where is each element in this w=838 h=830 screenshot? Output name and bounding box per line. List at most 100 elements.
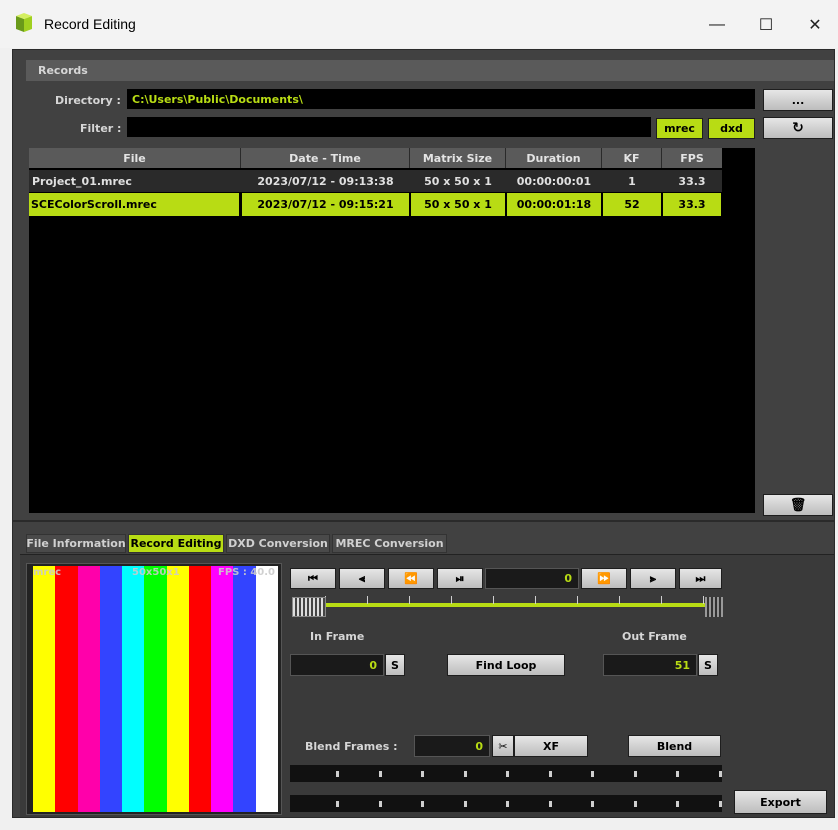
tick-mark: [591, 801, 594, 807]
row-duration: 00:00:00:01: [516, 174, 592, 188]
in-frame-label: In Frame: [310, 630, 365, 643]
blend-frames-label: Blend Frames :: [305, 740, 398, 753]
column-header-fps[interactable]: FPS: [662, 148, 722, 168]
delete-icon[interactable]: 🗑: [763, 494, 833, 516]
blend-tick-bar-1: [290, 765, 722, 782]
browse-button[interactable]: ...: [763, 89, 833, 111]
timeline-in-handle[interactable]: [292, 597, 326, 617]
tick-mark: [591, 771, 594, 777]
preview-image: [33, 566, 278, 812]
tick-mark: [506, 771, 509, 777]
row-fps: 33.3: [678, 174, 706, 188]
preview-stripe: [77, 566, 100, 812]
tick-mark: [378, 771, 382, 777]
window-title: Record Editing: [44, 16, 136, 32]
timeline-tick: [367, 596, 368, 604]
preview-stripe: [255, 566, 278, 812]
filter-label: Filter :: [80, 122, 122, 135]
out-frame-label: Out Frame: [622, 630, 687, 643]
tick-mark: [463, 771, 467, 777]
first-frame-button[interactable]: ⏮: [290, 568, 336, 589]
filter-mrec-button[interactable]: mrec: [656, 118, 703, 139]
play-pause-button[interactable]: ⏯: [437, 568, 483, 589]
row-matrix: 50 x 50 x 1: [424, 198, 492, 211]
column-header-matrix-size[interactable]: Matrix Size: [410, 148, 506, 168]
row-kf: 52: [624, 198, 640, 211]
export-button[interactable]: Export: [734, 790, 827, 814]
in-frame-field[interactable]: 0: [290, 654, 384, 676]
filter-input[interactable]: [127, 117, 651, 137]
lower-separator: [13, 520, 834, 522]
row-kf: 1: [628, 174, 636, 188]
preview-stripe: [166, 566, 189, 812]
records-section-label: Records: [38, 64, 88, 77]
tab-record-editing[interactable]: Record Editing: [128, 534, 224, 553]
current-frame-field[interactable]: 0: [485, 568, 579, 589]
minimize-icon[interactable]: —: [694, 8, 740, 42]
row-file: SCEColorScroll.mrec: [31, 198, 157, 211]
blend-frames-field[interactable]: 0: [414, 735, 490, 757]
timeline-tick: [577, 596, 578, 604]
filter-dxd-button[interactable]: dxd: [708, 118, 755, 139]
next-key-button[interactable]: ⫸: [630, 568, 676, 589]
row-matrix: 50 x 50 x 1: [424, 174, 492, 188]
preview-stripe: [144, 566, 167, 812]
blend-tick-bar-2: [290, 795, 722, 812]
directory-label: Directory :: [55, 94, 121, 107]
timeline-ticks: [325, 596, 705, 604]
column-header-datetime[interactable]: Date - Time: [241, 148, 410, 168]
scissors-icon[interactable]: ✂: [492, 735, 514, 757]
preview-stripe: [188, 566, 212, 812]
preview-stripe: [55, 566, 78, 812]
tick-mark: [421, 771, 424, 777]
out-frame-set-button[interactable]: S: [698, 654, 718, 676]
timeline-tick: [493, 596, 494, 604]
last-frame-button[interactable]: ⏭: [679, 568, 722, 589]
out-frame-field[interactable]: 51: [603, 654, 697, 676]
column-header-duration[interactable]: Duration: [506, 148, 602, 168]
tick-mark: [378, 801, 382, 807]
row-file: Project_01.mrec: [32, 174, 132, 188]
timeline-tick: [703, 596, 704, 604]
timeline-out-handle[interactable]: [705, 597, 723, 617]
tick-mark: [718, 801, 722, 807]
tick-mark: [336, 771, 339, 777]
fast-forward-button[interactable]: ⏩: [581, 568, 627, 589]
preview-stripe: [233, 566, 256, 812]
preview-fps-label: FPS : 40.0: [218, 567, 275, 578]
in-frame-set-button[interactable]: S: [385, 654, 405, 676]
prev-key-button[interactable]: ⫷: [339, 568, 385, 589]
preview-stripe: [211, 566, 234, 812]
row-datetime: 2023/07/12 - 09:15:21: [257, 198, 394, 211]
column-header-file[interactable]: File: [29, 148, 241, 168]
maximize-icon[interactable]: ☐: [743, 8, 789, 42]
rewind-button[interactable]: ⏪: [388, 568, 434, 589]
tab-mrec-conversion[interactable]: MREC Conversion: [332, 534, 447, 553]
timeline-tick: [619, 596, 620, 604]
app-logo-icon: [14, 13, 34, 33]
blend-button[interactable]: Blend: [628, 735, 721, 757]
tick-mark: [718, 771, 722, 777]
tab-dxd-conversion[interactable]: DXD Conversion: [226, 534, 330, 553]
close-icon[interactable]: ✕: [792, 8, 838, 42]
find-loop-button[interactable]: Find Loop: [447, 654, 565, 676]
row-fps: 33.3: [678, 198, 706, 211]
tick-mark: [676, 771, 679, 777]
xf-button[interactable]: XF: [514, 735, 588, 757]
tick-mark: [633, 771, 637, 777]
records-section-header: [26, 60, 834, 81]
tick-mark: [633, 801, 637, 807]
timeline-tick: [451, 596, 452, 604]
refresh-icon[interactable]: ↻: [763, 117, 833, 139]
timeline-tick: [661, 596, 662, 604]
tick-mark: [463, 801, 467, 807]
column-header-kf[interactable]: KF: [602, 148, 662, 168]
tick-mark: [548, 771, 552, 777]
preview-stripe: [33, 566, 56, 812]
preview-size-label: 50x50x1: [132, 567, 180, 578]
timeline-tick: [409, 596, 410, 604]
timeline-tick: [535, 596, 536, 604]
tick-mark: [336, 801, 339, 807]
tick-mark: [548, 801, 552, 807]
tab-file-information[interactable]: File Information: [26, 534, 126, 553]
